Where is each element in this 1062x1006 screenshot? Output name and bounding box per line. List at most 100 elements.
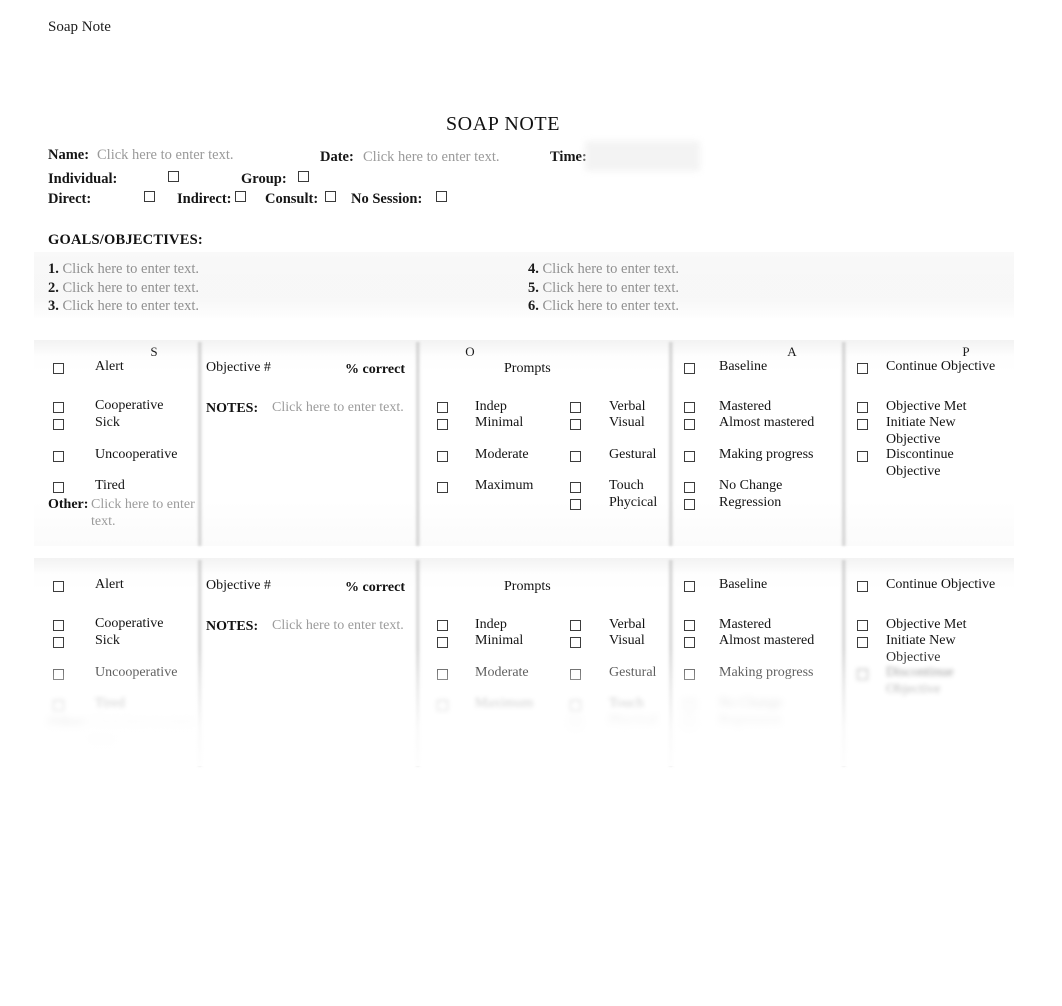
checkbox-maximum[interactable]	[437, 700, 448, 711]
checkbox-objective-met[interactable]	[857, 402, 868, 413]
checkbox-no-change[interactable]	[684, 482, 695, 493]
checkbox-gestural[interactable]	[570, 669, 581, 680]
checkbox-maximum[interactable]	[437, 482, 448, 493]
checkbox-sick[interactable]	[53, 637, 64, 648]
checkbox-moderate[interactable]	[437, 669, 448, 680]
name-input[interactable]: Click here to enter text.	[97, 147, 234, 164]
checkbox-verbal[interactable]	[570, 620, 581, 631]
goal-item-4[interactable]: 4. Click here to enter text.	[528, 261, 679, 278]
checkbox-almost-mastered[interactable]	[684, 637, 695, 648]
date-input[interactable]: Click here to enter text.	[363, 149, 500, 166]
checkbox-physical[interactable]	[570, 717, 581, 728]
date-label: Date:	[320, 149, 354, 165]
checkbox-objective-met[interactable]	[857, 620, 868, 631]
checkbox-discontinue-objective[interactable]	[857, 669, 868, 680]
checkbox-mastered[interactable]	[684, 620, 695, 631]
checkbox-indep[interactable]	[437, 402, 448, 413]
time-input[interactable]	[585, 141, 700, 171]
checkbox-visual[interactable]	[570, 637, 581, 648]
notes-label: NOTES:	[206, 401, 259, 416]
checkbox-initiate-new-objective[interactable]	[857, 637, 868, 648]
label-regression: Regression	[719, 495, 782, 510]
checkbox-touch[interactable]	[570, 482, 581, 493]
goal-item-1[interactable]: 1. Click here to enter text.	[48, 261, 199, 278]
checkbox-regression[interactable]	[684, 717, 695, 728]
checkbox-touch[interactable]	[570, 700, 581, 711]
checkbox-baseline[interactable]	[684, 363, 695, 374]
checkbox-verbal[interactable]	[570, 402, 581, 413]
goal-number: 6.	[528, 298, 539, 314]
checkbox-baseline[interactable]	[684, 581, 695, 592]
label-objective-met: Objective Met	[886, 617, 967, 632]
objective-number-label: Objective #	[206, 360, 271, 375]
checkbox-no-change[interactable]	[684, 700, 695, 711]
label-cooperative: Cooperative	[95, 616, 164, 631]
checkbox-discontinue-objective[interactable]	[857, 451, 868, 462]
goal-input[interactable]: Click here to enter text.	[63, 280, 200, 296]
goal-input[interactable]: Click here to enter text.	[543, 298, 680, 314]
checkbox-making-progress[interactable]	[684, 669, 695, 680]
checkbox-almost-mastered[interactable]	[684, 419, 695, 430]
goal-item-5[interactable]: 5. Click here to enter text.	[528, 280, 679, 297]
checkbox-cooperative[interactable]	[53, 620, 64, 631]
group-checkbox[interactable]	[298, 171, 309, 188]
section-header-o: O	[465, 344, 475, 359]
checkbox-making-progress[interactable]	[684, 451, 695, 462]
checkbox-physical[interactable]	[570, 499, 581, 510]
checkbox-continue-objective[interactable]	[857, 581, 868, 592]
no-session-checkbox[interactable]	[436, 191, 447, 208]
notes-input[interactable]: Click here to enter text.	[272, 617, 404, 634]
checkbox-initiate-new-objective[interactable]	[857, 419, 868, 430]
name-label: Name:	[48, 147, 90, 163]
checkbox-cooperative[interactable]	[53, 402, 64, 413]
checkbox-continue-objective[interactable]	[857, 363, 868, 374]
header-form: Name: Click here to enter text. Date: Cl…	[48, 141, 1014, 207]
indirect-checkbox[interactable]	[235, 191, 246, 208]
goal-input[interactable]: Click here to enter text.	[543, 280, 680, 296]
checkbox-alert[interactable]	[53, 581, 64, 592]
label-discontinue-objective: Discontinue Objective	[886, 447, 954, 479]
goal-input[interactable]: Click here to enter text.	[63, 298, 200, 314]
checkbox-mastered[interactable]	[684, 402, 695, 413]
checkbox-alert[interactable]	[53, 363, 64, 374]
checkbox-sick[interactable]	[53, 419, 64, 430]
checkbox-uncooperative[interactable]	[53, 669, 64, 680]
checkbox-gestural[interactable]	[570, 451, 581, 462]
label-regression: Regression	[719, 713, 782, 728]
checkbox-tired[interactable]	[53, 700, 64, 711]
goal-item-2[interactable]: 2. Click here to enter text.	[48, 280, 199, 297]
checkbox-uncooperative[interactable]	[53, 451, 64, 462]
label-uncooperative: Uncooperative	[95, 447, 178, 462]
column-divider	[668, 342, 674, 546]
notes-input[interactable]: Click here to enter text.	[272, 399, 404, 416]
checkbox-minimal[interactable]	[437, 419, 448, 430]
time-label: Time:	[550, 149, 587, 165]
other-label: Other:	[48, 497, 89, 512]
label-indep: Indep	[475, 617, 507, 632]
goal-item-6[interactable]: 6. Click here to enter text.	[528, 298, 679, 315]
column-divider	[841, 560, 847, 766]
checkbox-regression[interactable]	[684, 499, 695, 510]
goal-item-3[interactable]: 3. Click here to enter text.	[48, 298, 199, 315]
label-gestural: Gestural	[609, 447, 657, 462]
goal-input[interactable]: Click here to enter text.	[63, 261, 200, 277]
consult-checkbox[interactable]	[325, 191, 336, 208]
checkbox-indep[interactable]	[437, 620, 448, 631]
individual-checkbox[interactable]	[168, 171, 179, 188]
label-sick: Sick	[95, 633, 120, 648]
soap-entry-block-1: S O A P Alert Cooperative Sick Uncoopera…	[34, 340, 1014, 546]
direct-checkbox[interactable]	[144, 191, 155, 208]
checkbox-minimal[interactable]	[437, 637, 448, 648]
label-initiate-new-objective: Initiate New Objective	[886, 415, 956, 447]
goal-input[interactable]: Click here to enter text.	[543, 261, 680, 277]
label-discontinue-objective: Discontinue Objective	[886, 665, 954, 697]
checkbox-moderate[interactable]	[437, 451, 448, 462]
checkbox-visual[interactable]	[570, 419, 581, 430]
other-input[interactable]: Click here to enter text.	[91, 496, 195, 530]
other-input[interactable]: Click here to enter text.	[91, 714, 195, 748]
document-name: Soap Note	[48, 19, 111, 35]
label-verbal: Verbal	[609, 399, 646, 414]
checkbox-tired[interactable]	[53, 482, 64, 493]
column-divider	[415, 560, 421, 766]
label-minimal: Minimal	[475, 415, 524, 430]
